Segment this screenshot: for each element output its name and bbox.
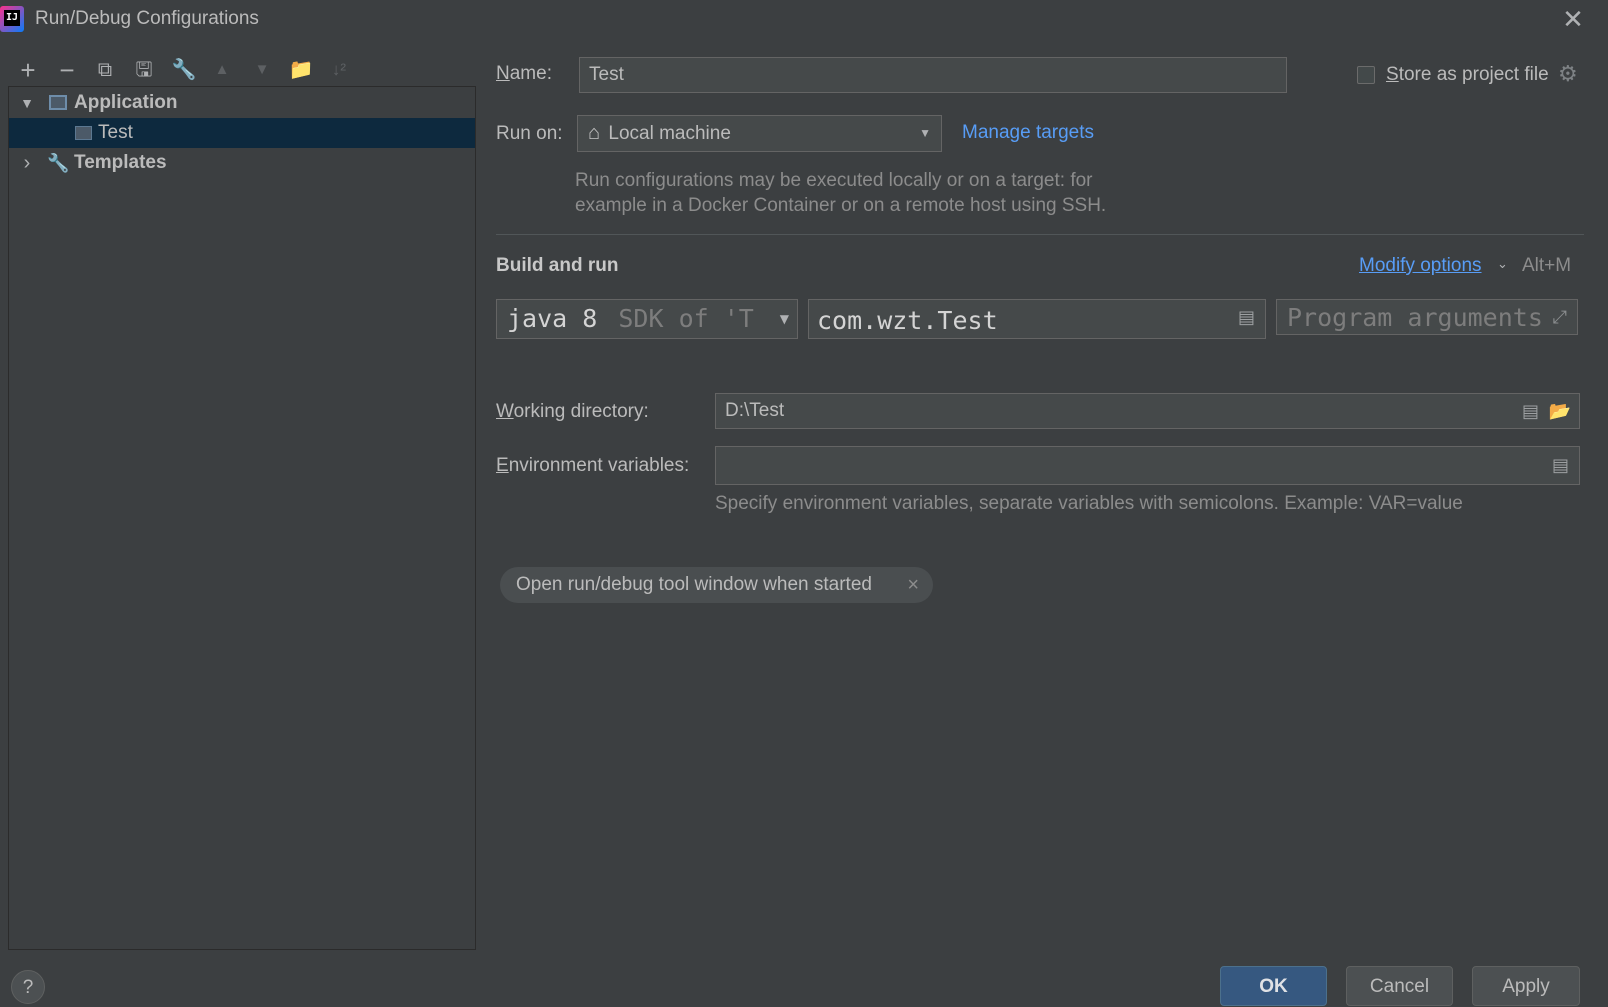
logo-text: IJ [4,10,20,26]
tree-item-label: Templates [74,152,167,173]
browse-class-icon[interactable]: ▤ [1238,300,1255,336]
new-folder-button[interactable]: 📁 [287,56,315,84]
environment-variables-hint: Specify environment variables, separate … [715,493,1463,514]
jdk-hint: SDK of 'T [618,304,754,333]
insert-macro-icon[interactable]: ▤ [1522,394,1539,428]
manage-targets-link[interactable]: Manage targets [962,122,1094,144]
wrench-icon: 🔧 [47,153,70,173]
edit-environment-icon[interactable]: ▤ [1552,448,1569,482]
chevron-down-icon: ▼ [779,312,789,326]
separator [496,234,1584,235]
working-directory-value: D:\Test [725,400,785,421]
chevron-down-icon: ⌄ [1497,256,1508,271]
program-arguments-placeholder: Program arguments [1287,303,1543,332]
build-and-run-title: Build and run [496,255,619,276]
tree-item-label: Application [74,92,178,113]
tree-item-templates[interactable]: › 🔧 Templates [9,148,475,178]
chevron-right-icon[interactable]: › [19,148,35,178]
modify-options-shortcut: Alt+M [1522,255,1572,276]
program-arguments-field[interactable]: Program arguments ⤢ [1276,299,1578,335]
chevron-down-icon[interactable]: ▼ [19,88,35,118]
ok-button[interactable]: OK [1220,966,1327,1006]
open-tool-window-option-chip: Open run/debug tool window when started … [500,567,933,603]
tree-item-test[interactable]: Test [9,118,475,148]
remove-configuration-button[interactable]: − [53,56,81,84]
tree-item-application[interactable]: ▼ Application [9,88,475,118]
store-as-project-file-label[interactable]: Store as project file [1386,64,1549,86]
folder-open-icon[interactable]: 📂 [1549,394,1571,428]
main-class-value: com.wzt.Test [817,306,998,335]
run-on-value: Local machine [608,123,731,144]
configurations-tree: ▼ Application Test › 🔧 Templates [8,86,476,950]
environment-variables-label: Environment variables: [496,455,690,476]
chip-label: Open run/debug tool window when started [516,574,872,595]
working-directory-label: Working directory: [496,401,649,422]
main-class-field[interactable]: com.wzt.Test ▤ [808,299,1266,339]
cancel-button[interactable]: Cancel [1346,966,1453,1006]
name-label: Name: [496,63,552,84]
close-icon[interactable]: ✕ [1558,4,1588,34]
help-button[interactable]: ? [11,970,45,1004]
modify-options-link[interactable]: Modify options [1359,255,1482,277]
chevron-down-icon: ▼ [919,126,931,140]
expand-icon[interactable]: ⤢ [1553,300,1567,334]
window-title: Run/Debug Configurations [35,8,259,29]
add-configuration-button[interactable]: + [14,56,42,84]
application-icon [49,95,67,110]
gear-icon[interactable]: ⚙ [1558,61,1578,87]
save-configuration-button[interactable]: 🖫 [130,56,158,84]
run-configuration-icon [75,126,92,140]
jdk-dropdown[interactable]: java 8 SDK of 'T ▼ [496,299,798,339]
copy-configuration-button[interactable]: ⧉ [91,56,119,84]
name-field[interactable]: Test [579,57,1287,93]
jdk-value: java 8 [507,304,598,333]
environment-variables-field[interactable]: ▤ [715,446,1580,485]
tree-item-label: Test [98,122,133,143]
move-up-button[interactable]: ▲ [208,56,236,84]
run-on-hint-line-2: example in a Docker Container or on a re… [575,195,1107,216]
apply-button[interactable]: Apply [1472,966,1580,1006]
store-as-project-file-checkbox[interactable] [1357,66,1375,84]
run-on-dropdown[interactable]: ⌂ Local machine ▼ [577,115,942,152]
move-down-button[interactable]: ▼ [248,56,276,84]
home-icon: ⌂ [588,122,601,144]
run-on-hint-line-1: Run configurations may be executed local… [575,170,1093,191]
intellij-logo-icon: IJ [0,6,24,32]
edit-templates-button[interactable]: 🔧 [170,56,198,84]
run-on-label: Run on: [496,123,563,144]
working-directory-field[interactable]: D:\Test ▤ 📂 [715,393,1580,429]
close-icon[interactable]: × [907,567,919,603]
sort-configurations-button[interactable]: ↓² [325,56,353,84]
